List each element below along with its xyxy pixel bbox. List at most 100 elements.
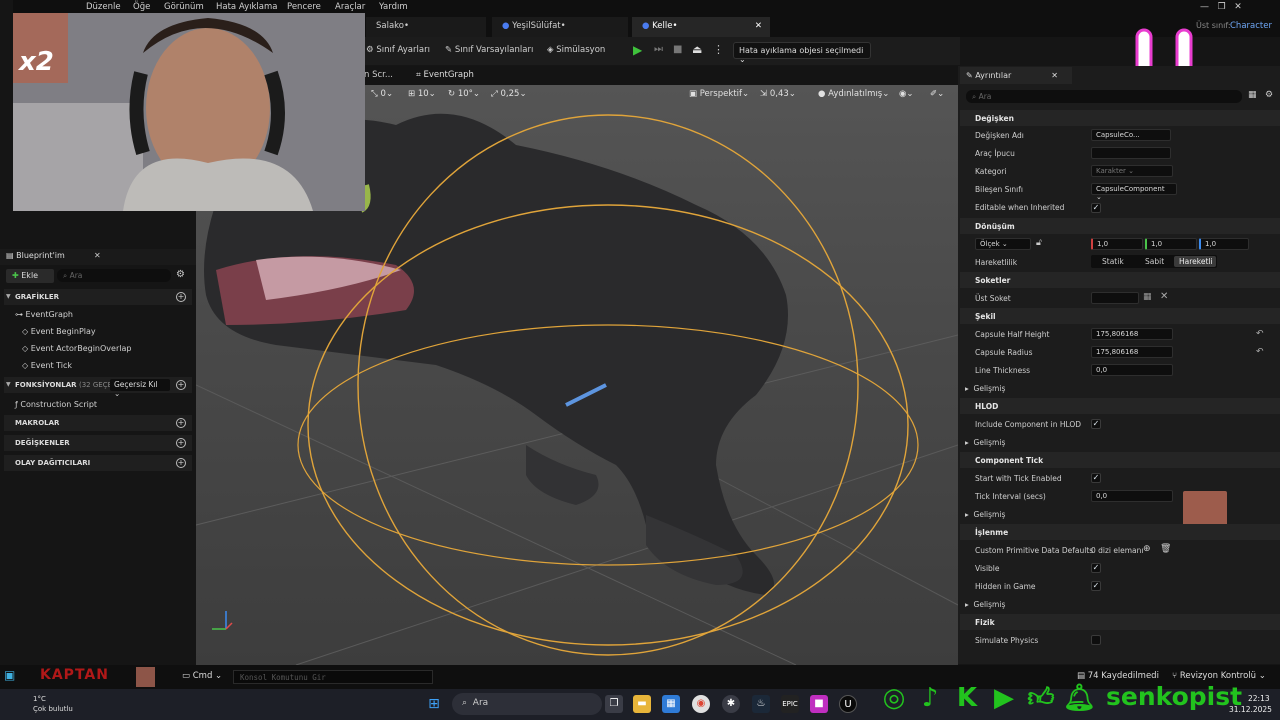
add-variable-button[interactable]: +	[176, 438, 186, 448]
simulation-button[interactable]: ◈ Simülasyon	[547, 45, 605, 55]
unsaved-button[interactable]: ▤ 74 Kaydedilmedi	[1077, 671, 1159, 681]
close-icon[interactable]: ✕	[1051, 71, 1058, 80]
section-rendering[interactable]: İşlenme	[960, 524, 1280, 540]
component-class-dropdown[interactable]: CapsuleComponent ⌄	[1091, 183, 1177, 201]
tab-eventgraph[interactable]: ⌗ EventGraph	[416, 70, 474, 80]
section-component-tick[interactable]: Component Tick	[960, 452, 1280, 468]
scale-snap[interactable]: ⤢ 0,25⌄	[491, 89, 527, 99]
tab-kelle[interactable]: ● Kelle• ✕	[632, 17, 770, 37]
tab-construction-script[interactable]: n Scr...	[364, 70, 393, 80]
mobility-static[interactable]: Statik	[1102, 257, 1124, 266]
lock-icon[interactable]: 🔓︎	[1036, 238, 1042, 248]
chrome-icon[interactable]: ◉	[692, 695, 710, 713]
clear-icon[interactable]: ✕	[1160, 291, 1168, 302]
menu-debug[interactable]: Hata Ayıklama	[216, 2, 277, 12]
show-flags-button[interactable]: ◉⌄	[899, 89, 914, 99]
revision-control-button[interactable]: ⑂ Revizyon Kontrolü ⌄	[1172, 671, 1266, 681]
mobility-stationary[interactable]: Sabit	[1145, 257, 1164, 266]
scale-z-field[interactable]: 1,0	[1199, 238, 1249, 250]
close-icon[interactable]: ✕	[94, 251, 101, 260]
details-tab[interactable]: ✎ Ayrıntılar ✕	[960, 67, 1072, 84]
simulate-physics-checkbox[interactable]	[1091, 635, 1101, 645]
rotation-snap[interactable]: ⤡ 0⌄	[371, 89, 393, 99]
section-variables[interactable]: DEĞİŞKENLER	[4, 435, 192, 451]
variable-name-field[interactable]: CapsuleCo...	[1091, 129, 1171, 141]
task-view-icon[interactable]: ❐	[605, 695, 623, 713]
event-actorbeginoverlap[interactable]: ◇ Event ActorBeginOverlap	[22, 344, 131, 353]
advanced-rendering[interactable]: ▸ Gelişmiş	[965, 600, 1005, 609]
scale-y-field[interactable]: 1,0	[1145, 238, 1197, 250]
app-pink-icon[interactable]: ■	[810, 695, 828, 713]
menu-view[interactable]: Görünüm	[164, 2, 204, 12]
capsule-half-height-field[interactable]: 175,806168	[1091, 328, 1173, 340]
tick-interval-field[interactable]: 0,0	[1091, 490, 1173, 502]
visible-checkbox[interactable]: ✓	[1091, 563, 1101, 573]
tab-yesilsulufat[interactable]: ● YeşilSülüfat•	[492, 17, 628, 37]
add-function-button[interactable]: +	[176, 380, 186, 390]
blueprint-search-input[interactable]: ⌕ Ara	[57, 269, 171, 282]
menu-tools[interactable]: Araçlar	[335, 2, 365, 12]
graph-eventgraph[interactable]: ⊶ EventGraph	[15, 310, 73, 319]
more-icon[interactable]: ⋮	[713, 43, 724, 56]
close-icon[interactable]: ✕	[755, 21, 762, 31]
class-defaults-button[interactable]: ✎ Sınıf Varsayılanları	[445, 45, 533, 55]
function-construction-script[interactable]: ƒ Construction Script	[15, 400, 97, 409]
table-view-icon[interactable]: ▦	[1248, 90, 1257, 100]
event-tick[interactable]: ◇ Event Tick	[22, 361, 72, 370]
reset-icon[interactable]: ↶	[1256, 347, 1264, 357]
hidden-in-game-checkbox[interactable]: ✓	[1091, 581, 1101, 591]
angle-snap[interactable]: ↻ 10°⌄	[448, 89, 480, 99]
section-dispatchers[interactable]: OLAY DAĞITICILARI	[4, 455, 192, 471]
play-icon[interactable]: ▶	[633, 43, 642, 57]
gear-icon[interactable]: ⚙	[1265, 90, 1273, 100]
store-icon[interactable]: ▦	[662, 695, 680, 713]
include-hlod-checkbox[interactable]: ✓	[1091, 419, 1101, 429]
section-shape[interactable]: Şekil	[960, 308, 1280, 324]
grid-snap[interactable]: ⊞ 10⌄	[408, 89, 436, 99]
section-graphs[interactable]: GRAFİKLER	[4, 289, 192, 305]
epic-games-icon[interactable]: EPIC	[781, 695, 799, 713]
advanced-tick[interactable]: ▸ Gelişmiş	[965, 510, 1005, 519]
app-icon[interactable]: ✱	[722, 695, 740, 713]
cmd-dropdown[interactable]: ▭ Cmd ⌄	[182, 671, 222, 681]
eject-icon[interactable]: ⏏	[692, 43, 702, 56]
tab-salako[interactable]: Salako•	[366, 17, 486, 37]
override-dropdown[interactable]: Geçersiz Kıl ⌄	[110, 379, 170, 398]
editable-inherited-checkbox[interactable]: ✓	[1091, 203, 1101, 213]
section-sockets[interactable]: Soketler	[960, 272, 1280, 288]
perspective-button[interactable]: ▣ Perspektif⌄	[689, 89, 749, 99]
section-macros[interactable]: MAKROLAR	[4, 415, 192, 431]
steam-icon[interactable]: ♨	[752, 695, 770, 713]
file-explorer-icon[interactable]: ▬	[633, 695, 651, 713]
advanced-shape[interactable]: ▸ Gelişmiş	[965, 384, 1005, 393]
lighting-button[interactable]: ● Aydınlatılmış⌄	[818, 89, 889, 99]
trash-icon[interactable]: 🗑︎	[1160, 544, 1171, 554]
viewport-options-button[interactable]: ✐⌄	[930, 89, 944, 99]
stop-icon[interactable]: ■	[673, 44, 682, 55]
add-macro-button[interactable]: +	[176, 418, 186, 428]
debug-object-select[interactable]: Hata ayıklama objesi seçilmedi ⌄	[733, 42, 871, 64]
section-physics[interactable]: Fizik	[960, 614, 1280, 630]
scale-dropdown[interactable]: Ölçek ⌄	[975, 238, 1031, 250]
add-button[interactable]: ✚ Ekle	[6, 269, 54, 283]
section-variable[interactable]: Değişken	[960, 110, 1280, 126]
event-beginplay[interactable]: ◇ Event BeginPlay	[22, 327, 96, 336]
gear-icon[interactable]: ⚙	[176, 269, 185, 280]
console-input[interactable]: Konsol Komutunu Gir	[233, 670, 433, 684]
menu-asset[interactable]: Öğe	[133, 2, 150, 12]
window-controls[interactable]: — ❐ ✕	[1200, 2, 1242, 12]
details-search-input[interactable]: ⌕ Ara	[966, 90, 1242, 103]
mobility-movable[interactable]: Hareketli	[1174, 256, 1216, 267]
browse-icon[interactable]: ▦	[1143, 292, 1152, 302]
menu-edit[interactable]: Düzenle	[86, 2, 121, 12]
add-dispatcher-button[interactable]: +	[176, 458, 186, 468]
section-hlod[interactable]: HLOD	[960, 398, 1280, 414]
windows-start-icon[interactable]: ⊞	[425, 695, 443, 713]
menu-window[interactable]: Pencere	[287, 2, 321, 12]
advanced-hlod[interactable]: ▸ Gelişmiş	[965, 438, 1005, 447]
taskbar-search[interactable]: ⌕ Ara	[452, 693, 602, 715]
line-thickness-field[interactable]: 0,0	[1091, 364, 1173, 376]
class-settings-button[interactable]: ⚙ Sınıf Ayarları	[366, 45, 430, 55]
reset-icon[interactable]: ↶	[1256, 329, 1264, 339]
section-transform[interactable]: Dönüşüm	[960, 218, 1280, 234]
